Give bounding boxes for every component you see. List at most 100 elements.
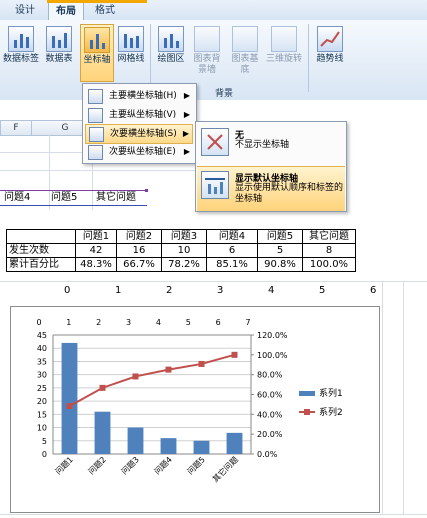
x-tick-label: 问题1: [54, 455, 75, 476]
y-left-tick-label: 10: [37, 424, 47, 433]
y-left-tick-label: 5: [42, 437, 47, 446]
axis-icon: [88, 145, 103, 160]
submenu-arrow-icon: ▶: [183, 91, 190, 100]
plot-area-button[interactable]: 绘图区: [154, 26, 188, 65]
table-header-row: 问题1 问题2 问题3 问题4 问题5 其它问题: [6, 229, 356, 244]
no-axis-glyph: [207, 134, 223, 150]
grid-line: [403, 282, 404, 514]
table-cell[interactable]: 8: [302, 243, 356, 258]
default-axis-icon: [201, 171, 229, 199]
chart-wall-icon: [194, 26, 220, 52]
table-cell[interactable]: 90.8%: [257, 257, 303, 272]
tab-format[interactable]: 格式: [88, 2, 122, 19]
cell-issue4[interactable]: 问题4: [4, 191, 30, 205]
grid-line: [49, 134, 50, 210]
gridlines-icon: [118, 26, 144, 52]
outer-axis-number-row: 0 1 2 3 4 5 6: [0, 285, 427, 299]
gridlines-button[interactable]: 网格线: [114, 26, 148, 65]
data-table-button[interactable]: 数据表: [42, 26, 76, 65]
bar: [160, 438, 177, 454]
data-table-icon: [46, 26, 72, 52]
pareto-chart: 0510152025303540450.0%20.0%40.0%60.0%80.…: [36, 318, 342, 484]
tab-design[interactable]: 设计: [8, 2, 42, 19]
data-table: 问题1 问题2 问题3 问题4 问题5 其它问题 发生次数 42 16 10 6…: [6, 229, 356, 272]
column-header-f[interactable]: F: [0, 120, 32, 136]
trendline-button[interactable]: 趋势线: [312, 26, 348, 65]
outer-axis-number: 6: [370, 285, 377, 296]
bar: [61, 342, 78, 454]
line-point: [132, 373, 139, 380]
chart-floor-icon: [232, 26, 258, 52]
y-left-tick-label: 45: [37, 331, 47, 340]
line-point: [231, 351, 238, 358]
table-cell[interactable]: 78.2%: [161, 257, 207, 272]
table-header-cell[interactable]: 问题4: [206, 229, 258, 244]
y-left-tick-label: 35: [37, 357, 47, 366]
axes-button[interactable]: 坐标轴: [80, 24, 114, 82]
menu-item-secondary-horizontal-axis[interactable]: 次要横坐标轴(S) ▶: [85, 124, 193, 144]
table-cell[interactable]: 42: [75, 243, 117, 258]
cell-other[interactable]: 其它问题: [96, 191, 136, 205]
submenu-arrow-icon: ▶: [182, 129, 189, 138]
selection-handle[interactable]: [145, 189, 148, 192]
submenu-item-none[interactable]: 无 不显示坐标轴: [197, 124, 345, 160]
submenu-item-show-default-axis[interactable]: 显示默认坐标轴 显示使用默认顺序和标签的坐标轴: [197, 166, 345, 211]
menu-item-primary-vertical-axis[interactable]: 主要纵坐标轴(V) ▶: [85, 106, 193, 124]
grid-line: [382, 282, 383, 514]
secondary-x-tick-label: 1: [66, 318, 71, 327]
table-cell[interactable]: 5: [257, 243, 303, 258]
outer-axis-number: 5: [319, 285, 326, 296]
table-cell[interactable]: [6, 229, 76, 244]
grid-line: [0, 281, 427, 282]
table-row: 发生次数 42 16 10 6 5 8: [6, 243, 356, 258]
table-cell[interactable]: 6: [206, 243, 258, 258]
secondary-x-tick-label: 3: [126, 318, 131, 327]
chart-wall-button[interactable]: 图表背景墙: [190, 26, 224, 76]
chart-floor-button[interactable]: 图表基底: [230, 26, 260, 76]
row-label[interactable]: 累计百分比: [6, 257, 76, 272]
y-left-tick-label: 25: [37, 384, 47, 393]
table-header-cell[interactable]: 其它问题: [302, 229, 356, 244]
trendline-icon: [317, 26, 343, 52]
table-header-cell[interactable]: 问题1: [75, 229, 117, 244]
bar: [94, 411, 111, 454]
cell-issue5[interactable]: 问题5: [51, 191, 77, 205]
chart-area[interactable]: 0 5 10 15 20 25 30 35 40 45 0.0% 20.0% 40.0% 60.0% 80.…: [10, 306, 380, 513]
tab-layout[interactable]: 布局: [48, 2, 84, 20]
grid-line: [0, 170, 200, 171]
table-row: 累计百分比 48.3% 66.7% 78.2% 85.1% 90.8% 100.…: [6, 257, 356, 272]
outer-axis-number: 2: [166, 285, 173, 296]
axis-icon: [88, 89, 103, 104]
x-tick-label: 问题5: [186, 455, 207, 476]
legend-swatch: [304, 409, 310, 415]
axis-icon: [88, 108, 103, 123]
outer-axis-number: 1: [115, 285, 122, 296]
table-header-cell[interactable]: 问题5: [257, 229, 303, 244]
line-point: [99, 384, 106, 391]
menu-item-primary-horizontal-axis[interactable]: 主要横坐标轴(H) ▶: [85, 87, 193, 105]
outer-axis-number: 3: [217, 285, 224, 296]
row-label[interactable]: 发生次数: [6, 243, 76, 258]
table-cell[interactable]: 85.1%: [206, 257, 258, 272]
data-labels-button[interactable]: 数据标签: [2, 26, 40, 65]
plot-area-icon: [158, 26, 184, 52]
3d-rotation-button[interactable]: 三维旋转: [264, 26, 304, 65]
table-cell[interactable]: 66.7%: [116, 257, 162, 272]
3d-rotation-icon: [271, 26, 297, 52]
menu-item-secondary-vertical-axis[interactable]: 次要纵坐标轴(E) ▶: [85, 143, 193, 161]
table-cell[interactable]: 16: [116, 243, 162, 258]
y-left-tick-label: 0: [42, 450, 47, 459]
chart-tools-context-strip: [47, 0, 147, 3]
table-cell[interactable]: 48.3%: [75, 257, 117, 272]
secondary-x-tick-label: 7: [245, 318, 250, 327]
secondary-x-tick-label: 4: [156, 318, 161, 327]
table-cell[interactable]: 10: [161, 243, 207, 258]
no-axis-icon: [201, 128, 229, 156]
group-separator: [150, 24, 151, 92]
table-cell[interactable]: 100.0%: [302, 257, 356, 272]
table-header-cell[interactable]: 问题3: [161, 229, 207, 244]
table-header-cell[interactable]: 问题2: [116, 229, 162, 244]
group-label-background: 背景: [215, 89, 234, 99]
submenu-arrow-icon: ▶: [183, 110, 190, 119]
secondary-horizontal-axis-submenu: 无 不显示坐标轴 显示默认坐标轴 显示使用默认顺序和标签的坐标轴: [195, 121, 347, 212]
